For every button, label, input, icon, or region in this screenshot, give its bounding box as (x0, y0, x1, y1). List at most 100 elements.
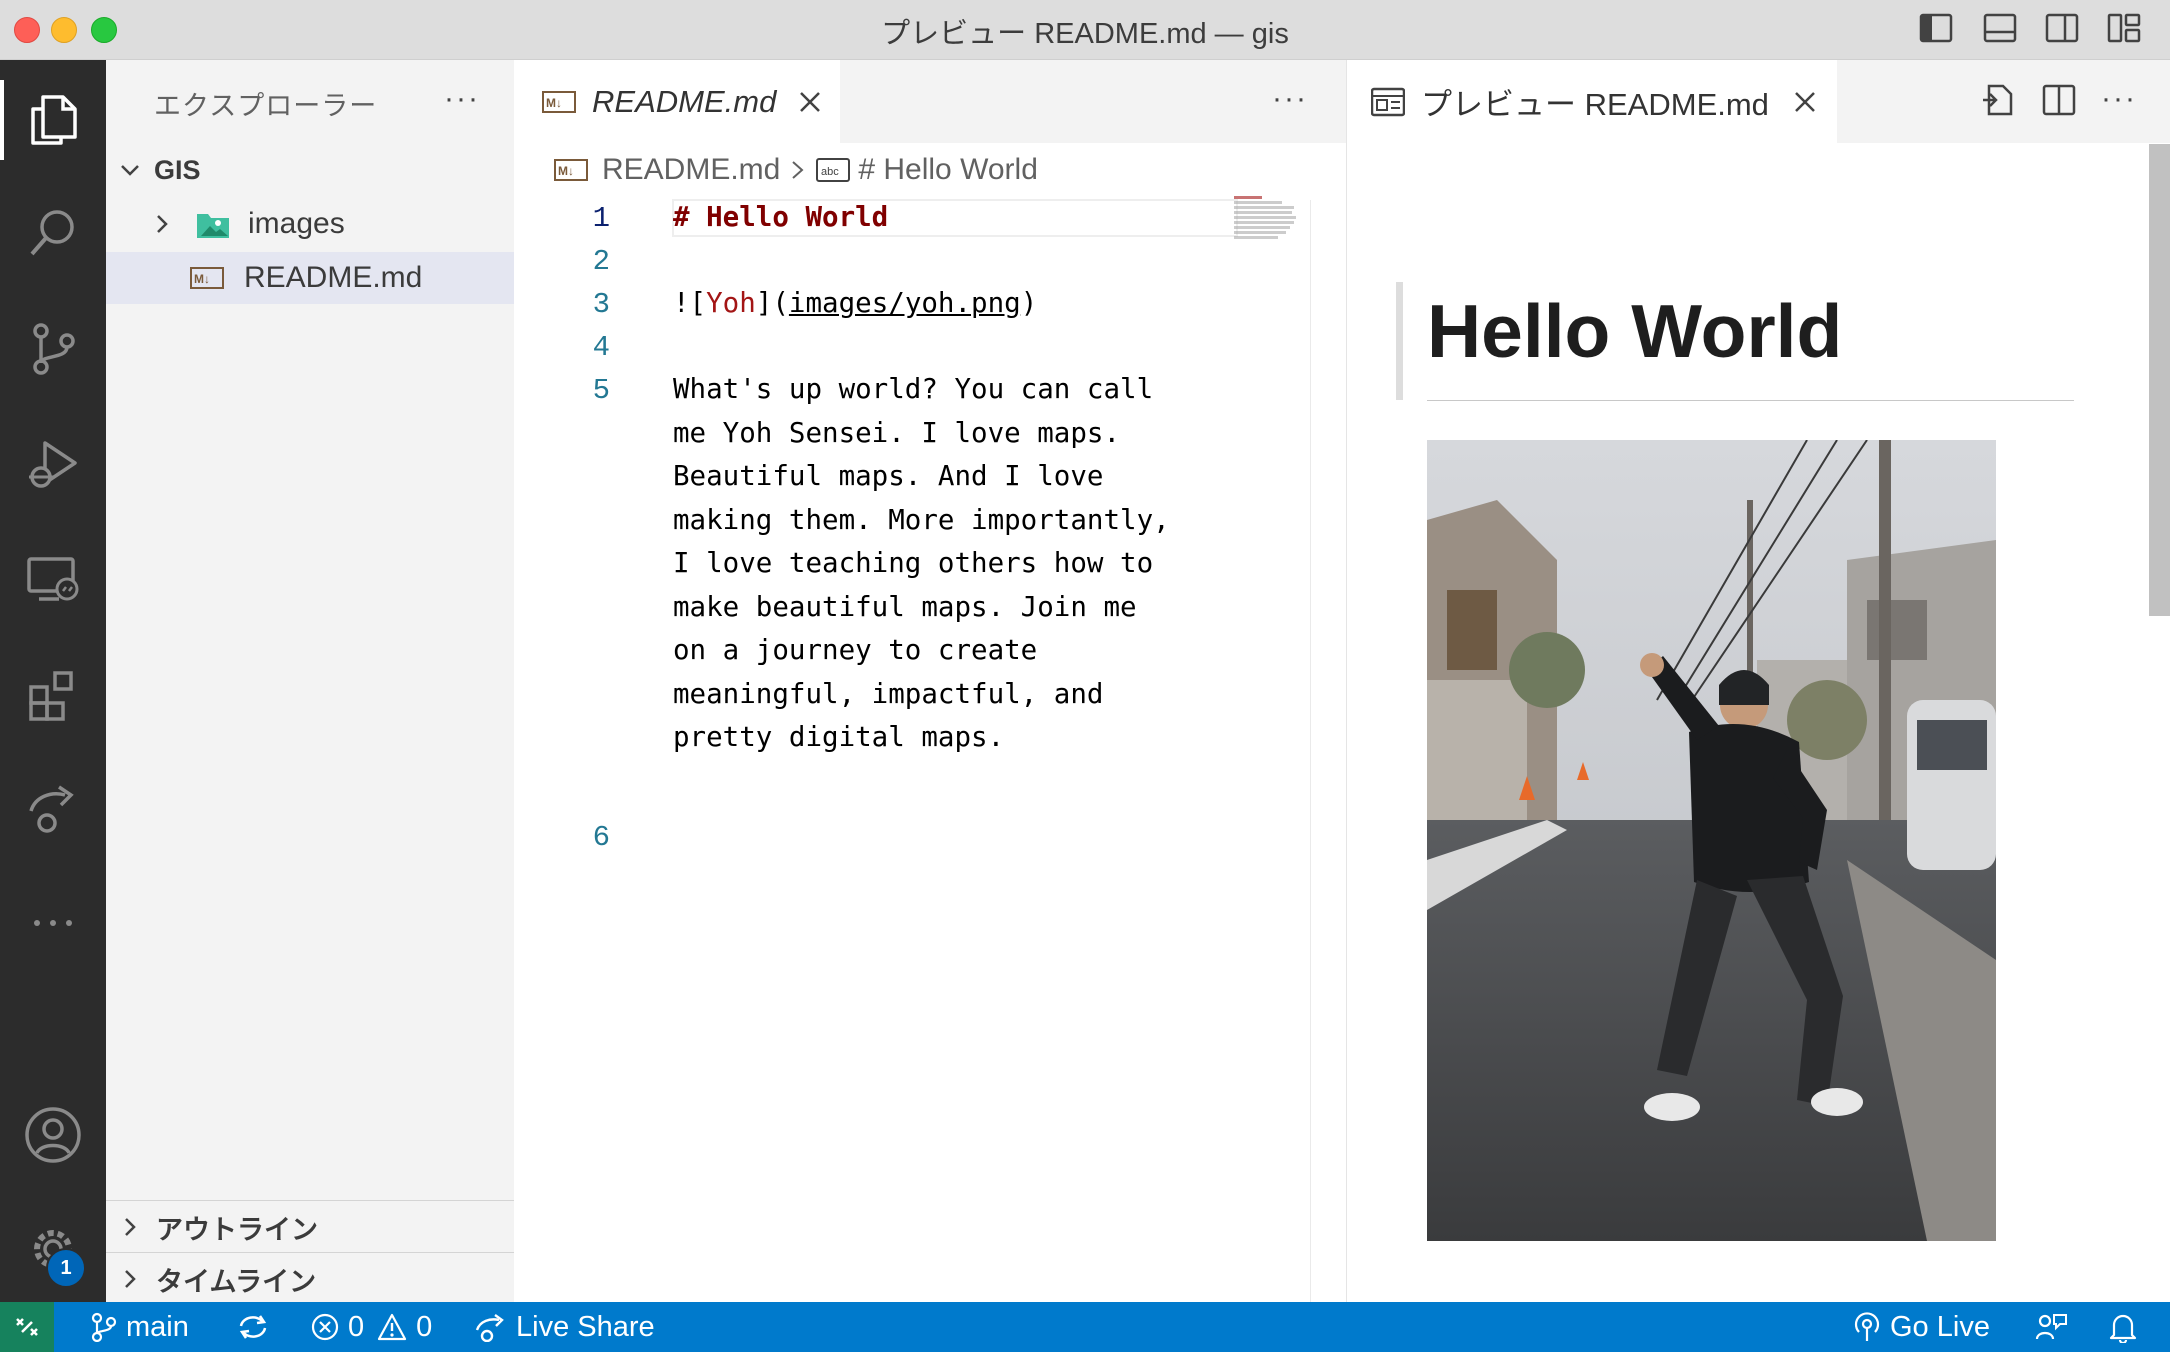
tree-item-label: README.md (244, 261, 423, 294)
live-share-icon[interactable] (18, 774, 88, 844)
sync-button[interactable] (236, 1302, 278, 1352)
markdown-file-icon: M↓ (190, 267, 224, 289)
line-number: 2 (592, 245, 610, 278)
title-bar: プレビュー README.md — gis (0, 0, 2170, 60)
explorer-more-actions[interactable]: ··· (444, 82, 480, 116)
preview-image (1427, 440, 1996, 1241)
branch-indicator[interactable]: main (90, 1302, 189, 1352)
extensions-icon[interactable] (18, 660, 88, 730)
warning-count: 0 (416, 1310, 433, 1343)
md-alt-text: Yoh (706, 287, 756, 319)
editor-vertical-scrollbar[interactable] (1310, 200, 1347, 1302)
open-source-icon[interactable] (1979, 82, 2015, 118)
code-line-image[interactable]: ![Yoh](images/yoh.png) (673, 282, 1037, 326)
images-folder-icon (197, 214, 229, 238)
error-icon (311, 1313, 339, 1341)
minimap[interactable] (1234, 196, 1314, 241)
notification-badge: 1 (46, 1248, 86, 1288)
md-link[interactable]: images/yoh.png (789, 287, 1021, 319)
close-icon[interactable] (1793, 90, 1817, 114)
go-live-label: Go Live (1890, 1310, 1990, 1343)
feedback-icon (2035, 1314, 2067, 1340)
line-number: 4 (592, 331, 610, 364)
code-wrap-line: meaningful, impactful, and (673, 677, 1104, 710)
preview-tab-bar: プレビュー README.md ··· (1347, 60, 2170, 143)
code-wrap-line: What's up world? You can call (673, 373, 1154, 405)
branch-name: main (126, 1310, 189, 1343)
timeline-section[interactable]: タイムライン (106, 1252, 514, 1305)
workspace-root-label: GIS (154, 154, 201, 185)
svg-text:abc: abc (821, 166, 839, 178)
preview-group: プレビュー README.md ··· Hello World (1346, 60, 2170, 1302)
remote-indicator[interactable] (0, 1302, 54, 1352)
customize-layout-icon[interactable] (2106, 10, 2142, 46)
chevron-right-icon (125, 1218, 136, 1236)
tree-item-images[interactable]: images (106, 198, 514, 250)
heading-rule (1427, 400, 2074, 401)
editor-more-actions[interactable]: ··· (1272, 82, 1308, 116)
accounts-icon[interactable] (18, 1100, 88, 1170)
md-syntax: ) (1020, 287, 1038, 319)
live-share-button[interactable]: Live Share (474, 1302, 655, 1352)
breadcrumb-file[interactable]: README.md (602, 153, 780, 187)
code-wrap-line: Beautiful maps. And I love (673, 460, 1104, 492)
tree-item-readme[interactable]: M↓ README.md (106, 252, 514, 304)
warning-icon (378, 1313, 407, 1341)
breadcrumb: M↓ README.md abc # Hello World (554, 148, 1038, 192)
close-icon[interactable] (798, 90, 822, 114)
preview-more-actions[interactable]: ··· (2101, 82, 2137, 116)
chevron-down-icon (121, 165, 139, 176)
bell-icon (2109, 1314, 2137, 1343)
preview-vertical-scrollbar[interactable] (2149, 144, 2170, 616)
feedback-button[interactable] (2034, 1302, 2076, 1352)
preview-icon (1371, 87, 1405, 116)
tab-preview-readme[interactable]: プレビュー README.md (1347, 60, 1837, 143)
go-live-button[interactable]: Go Live (1852, 1302, 1990, 1352)
source-control-icon[interactable] (18, 314, 88, 384)
run-debug-icon[interactable] (18, 430, 88, 500)
explorer-sidebar: エクスプローラー ··· GIS images M↓ README.md アウト… (106, 60, 514, 1302)
code-line-heading[interactable]: # Hello World (673, 196, 888, 240)
problems-indicator[interactable]: 0 0 (310, 1302, 432, 1352)
preview-heading: Hello World (1427, 289, 1843, 373)
code-paragraph[interactable]: What's up world? You can call me Yoh Sen… (673, 368, 1170, 760)
live-share-label: Live Share (516, 1310, 655, 1343)
workspace-root[interactable]: GIS (106, 144, 514, 196)
line-number: 6 (592, 821, 610, 854)
svg-text:M↓: M↓ (558, 164, 574, 178)
timeline-label: タイムライン (156, 1266, 317, 1297)
line-number: 3 (592, 288, 610, 321)
heading-focus-bar (1396, 282, 1403, 400)
md-syntax: ![ (673, 287, 707, 319)
tab-label: README.md (592, 83, 777, 119)
outline-label: アウトライン (156, 1214, 318, 1245)
remote-explorer-icon[interactable] (18, 544, 88, 614)
tab-label: プレビュー README.md (1421, 87, 1769, 122)
search-icon[interactable] (18, 198, 88, 268)
string-symbol-icon: abc (816, 158, 851, 182)
tree-item-label: images (248, 207, 345, 240)
markdown-file-icon: M↓ (554, 159, 588, 181)
md-syntax: ]( (755, 287, 789, 319)
markdown-file-icon: M↓ (542, 90, 576, 113)
toggle-secondary-sidebar-icon[interactable] (2044, 10, 2080, 46)
outline-section[interactable]: アウトライン (106, 1200, 514, 1253)
split-editor-icon[interactable] (2041, 82, 2077, 118)
sync-icon (239, 1315, 267, 1339)
svg-text:M↓: M↓ (546, 96, 562, 110)
code-wrap-line: on a journey to create (673, 634, 1038, 666)
tab-readme[interactable]: M↓ README.md (514, 60, 840, 143)
explorer-title: エクスプローラー (154, 91, 378, 121)
status-bar: main 0 0 Live Share Go Live (0, 1302, 2170, 1352)
code-wrap-line: pretty digital maps. (673, 721, 1005, 753)
more-icon[interactable] (18, 888, 88, 958)
code-wrap-line: make beautiful maps. Join me (673, 590, 1137, 623)
explorer-icon[interactable] (18, 84, 88, 154)
notifications-button[interactable] (2108, 1302, 2146, 1352)
chevron-right-icon (792, 161, 804, 179)
breadcrumb-symbol[interactable]: # Hello World (858, 153, 1038, 187)
toggle-primary-sidebar-icon[interactable] (1918, 10, 1954, 46)
toggle-panel-icon[interactable] (1982, 10, 2018, 46)
live-share-icon (475, 1314, 504, 1342)
code-wrap-line: I love teaching others how to (673, 547, 1154, 579)
